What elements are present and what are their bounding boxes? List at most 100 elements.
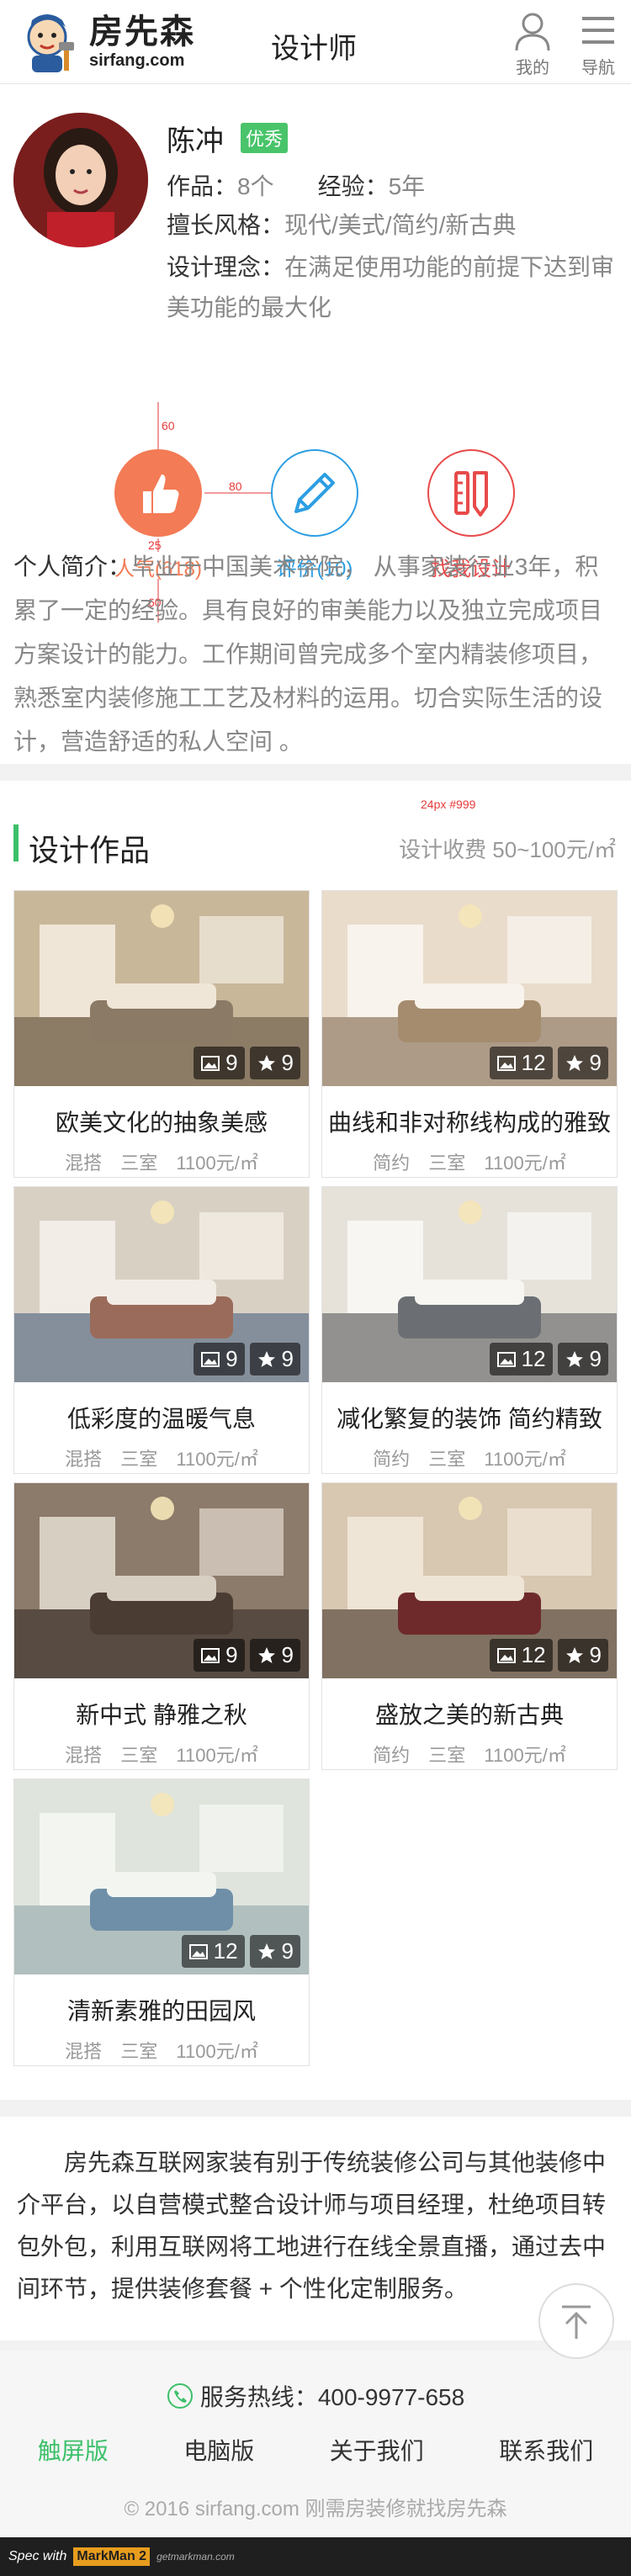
star-count: 9 — [249, 1047, 300, 1079]
photo-count-value: 12 — [521, 1346, 546, 1371]
ruler-pencil-icon — [429, 451, 513, 535]
style-value: 现代/美式/简约/新古典 — [284, 212, 517, 238]
style-label: 擅长风格： — [167, 212, 285, 238]
work-card[interactable]: 9 9 低彩度的温暖气息 混搭 三室 1100元/㎡ — [13, 1186, 310, 1474]
markman-site: getmarkman.com — [156, 2551, 235, 2563]
personal-intro: 个人简介：毕业于中国美术学院， 从事家装行业3年，积累了一定的经验。具有良好的审… — [13, 545, 614, 764]
photo-count: 12 — [181, 1935, 245, 1968]
find-designer-button[interactable] — [427, 449, 515, 537]
star-count-value: 9 — [589, 1642, 602, 1667]
work-meta: 混搭 三室 1100元/㎡ — [14, 1148, 309, 1175]
service-hotline[interactable]: 服务热线：400-9977-658 — [0, 2351, 631, 2413]
image-icon — [496, 1055, 516, 1071]
work-title[interactable]: 新中式 静雅之秋 — [14, 1697, 309, 1731]
work-meta: 混搭 三室 1100元/㎡ — [14, 1444, 309, 1471]
popularity-button[interactable] — [114, 449, 202, 537]
work-title[interactable]: 盛放之美的新古典 — [322, 1697, 617, 1731]
work-photo[interactable]: 9 9 — [14, 891, 309, 1086]
star-count: 9 — [557, 1343, 608, 1375]
work-photo[interactable]: 9 9 — [14, 1187, 309, 1382]
star-count: 9 — [249, 1639, 300, 1672]
avatar — [13, 113, 148, 247]
about-text: 房先森互联网家装有别于传统装修公司与其他装修中介平台，以自营模式整合设计师与项目… — [17, 2149, 607, 2302]
photo-count-value: 12 — [213, 1938, 238, 1964]
photo-count-value: 12 — [521, 1642, 546, 1667]
image-icon — [201, 1647, 220, 1663]
star-icon — [257, 1350, 275, 1367]
work-style: 混搭 — [65, 2041, 103, 2062]
work-title[interactable]: 欧美文化的抽象美感 — [14, 1105, 309, 1138]
work-photo[interactable]: 12 9 — [322, 1483, 617, 1678]
intro-text: 毕业于中国美术学院， 从事家装行业3年，积累了一定的经验。具有良好的审美能力以及… — [13, 554, 603, 755]
work-title[interactable]: 曲线和非对称线构成的雅致 — [322, 1105, 617, 1138]
markman-prefix: Spec with — [8, 2549, 67, 2563]
work-rooms: 三室 — [120, 2041, 158, 2062]
work-title[interactable]: 低彩度的温暖气息 — [14, 1401, 309, 1434]
image-icon — [188, 1943, 208, 1959]
photo-count: 9 — [194, 1639, 245, 1672]
star-count: 9 — [557, 1047, 608, 1079]
image-icon — [201, 1055, 220, 1071]
work-meta: 混搭 三室 1100元/㎡ — [14, 1741, 309, 1768]
work-card[interactable]: 12 9 曲线和非对称线构成的雅致 简约 三室 1100元/㎡ — [321, 890, 618, 1178]
footer-link-contact[interactable]: 联系我们 — [499, 2433, 593, 2467]
works-grid: 9 9 欧美文化的抽象美感 混搭 三室 1100元/㎡ 12 9 曲线和非对称线… — [0, 856, 631, 2066]
work-stats: 9 9 — [194, 1047, 300, 1079]
user-icon — [515, 13, 550, 51]
work-card[interactable]: 12 9 减化繁复的装饰 简约精致 简约 三室 1100元/㎡ — [321, 1186, 618, 1474]
work-photo[interactable]: 12 9 — [14, 1779, 309, 1974]
star-icon — [565, 1350, 583, 1367]
work-photo[interactable]: 12 9 — [322, 1187, 617, 1382]
photo-count: 12 — [489, 1639, 553, 1672]
rating-button[interactable] — [271, 449, 358, 537]
work-card[interactable]: 12 9 盛放之美的新古典 简约 三室 1100元/㎡ — [321, 1482, 618, 1770]
logo-cn: 房先森 — [89, 13, 195, 50]
star-count-value: 9 — [589, 1050, 602, 1075]
footer-link-about[interactable]: 关于我们 — [330, 2433, 424, 2467]
work-style: 混搭 — [65, 1745, 103, 1766]
nav-menu-label: 导航 — [581, 59, 615, 77]
work-photo[interactable]: 9 9 — [14, 1483, 309, 1678]
footer-link-pc[interactable]: 电脑版 — [183, 2433, 254, 2467]
section-accent-bar — [13, 824, 19, 861]
work-photo[interactable]: 12 9 — [322, 891, 617, 1086]
markman-bar: Spec with MarkMan 2 getmarkman.com — [0, 2537, 631, 2576]
logo-en: sirfang.com — [89, 50, 185, 70]
footer-link-touch[interactable]: 触屏版 — [38, 2433, 109, 2467]
work-rooms: 三室 — [120, 1449, 158, 1470]
photo-count-value: 12 — [521, 1050, 546, 1075]
work-rooms: 三室 — [428, 1449, 466, 1470]
star-icon — [257, 1054, 275, 1071]
pencil-icon — [273, 451, 357, 535]
work-card[interactable]: 9 9 新中式 静雅之秋 混搭 三室 1100元/㎡ — [13, 1482, 310, 1770]
work-rooms: 三室 — [120, 1745, 158, 1766]
designer-name: 陈冲 — [167, 125, 224, 157]
work-stats: 9 9 — [194, 1639, 300, 1672]
status-badge: 优秀 — [241, 123, 289, 153]
image-icon — [201, 1351, 220, 1367]
nav-menu-button[interactable]: 导航 — [569, 8, 628, 78]
photo-count: 12 — [489, 1343, 553, 1375]
work-card[interactable]: 9 9 欧美文化的抽象美感 混搭 三室 1100元/㎡ — [13, 890, 310, 1178]
footer-links: 触屏版 电脑版 关于我们 联系我们 — [0, 2433, 631, 2467]
hotline-text: 服务热线：400-9977-658 — [199, 2384, 465, 2410]
work-meta: 混搭 三室 1100元/㎡ — [14, 2037, 309, 2064]
back-to-top-button[interactable] — [538, 2283, 614, 2359]
experience-value: 5年 — [388, 173, 426, 199]
work-rooms: 三室 — [428, 1745, 466, 1766]
logo[interactable]: 房先森 sirfang.com — [13, 8, 195, 76]
designer-profile: 陈冲 优秀 作品：8个 经验：5年 擅长风格：现代/美式/简约/新古典 设计理念：… — [0, 84, 631, 623]
star-icon — [257, 1943, 275, 1959]
spacing-annotation: 60 — [162, 419, 175, 432]
work-meta: 简约 三室 1100元/㎡ — [322, 1444, 617, 1471]
star-count: 9 — [557, 1639, 608, 1672]
work-title[interactable]: 减化繁复的装饰 简约精致 — [322, 1401, 617, 1434]
work-stats: 9 9 — [194, 1343, 300, 1375]
work-card[interactable]: 12 9 清新素雅的田园风 混搭 三室 1100元/㎡ — [13, 1778, 310, 2066]
section-divider — [0, 2340, 631, 2351]
work-price: 1100元/㎡ — [176, 1449, 258, 1470]
star-count: 9 — [249, 1935, 300, 1968]
menu-icon — [582, 17, 614, 44]
work-title[interactable]: 清新素雅的田园风 — [14, 1993, 309, 2027]
my-account-button[interactable]: 我的 — [503, 8, 562, 78]
